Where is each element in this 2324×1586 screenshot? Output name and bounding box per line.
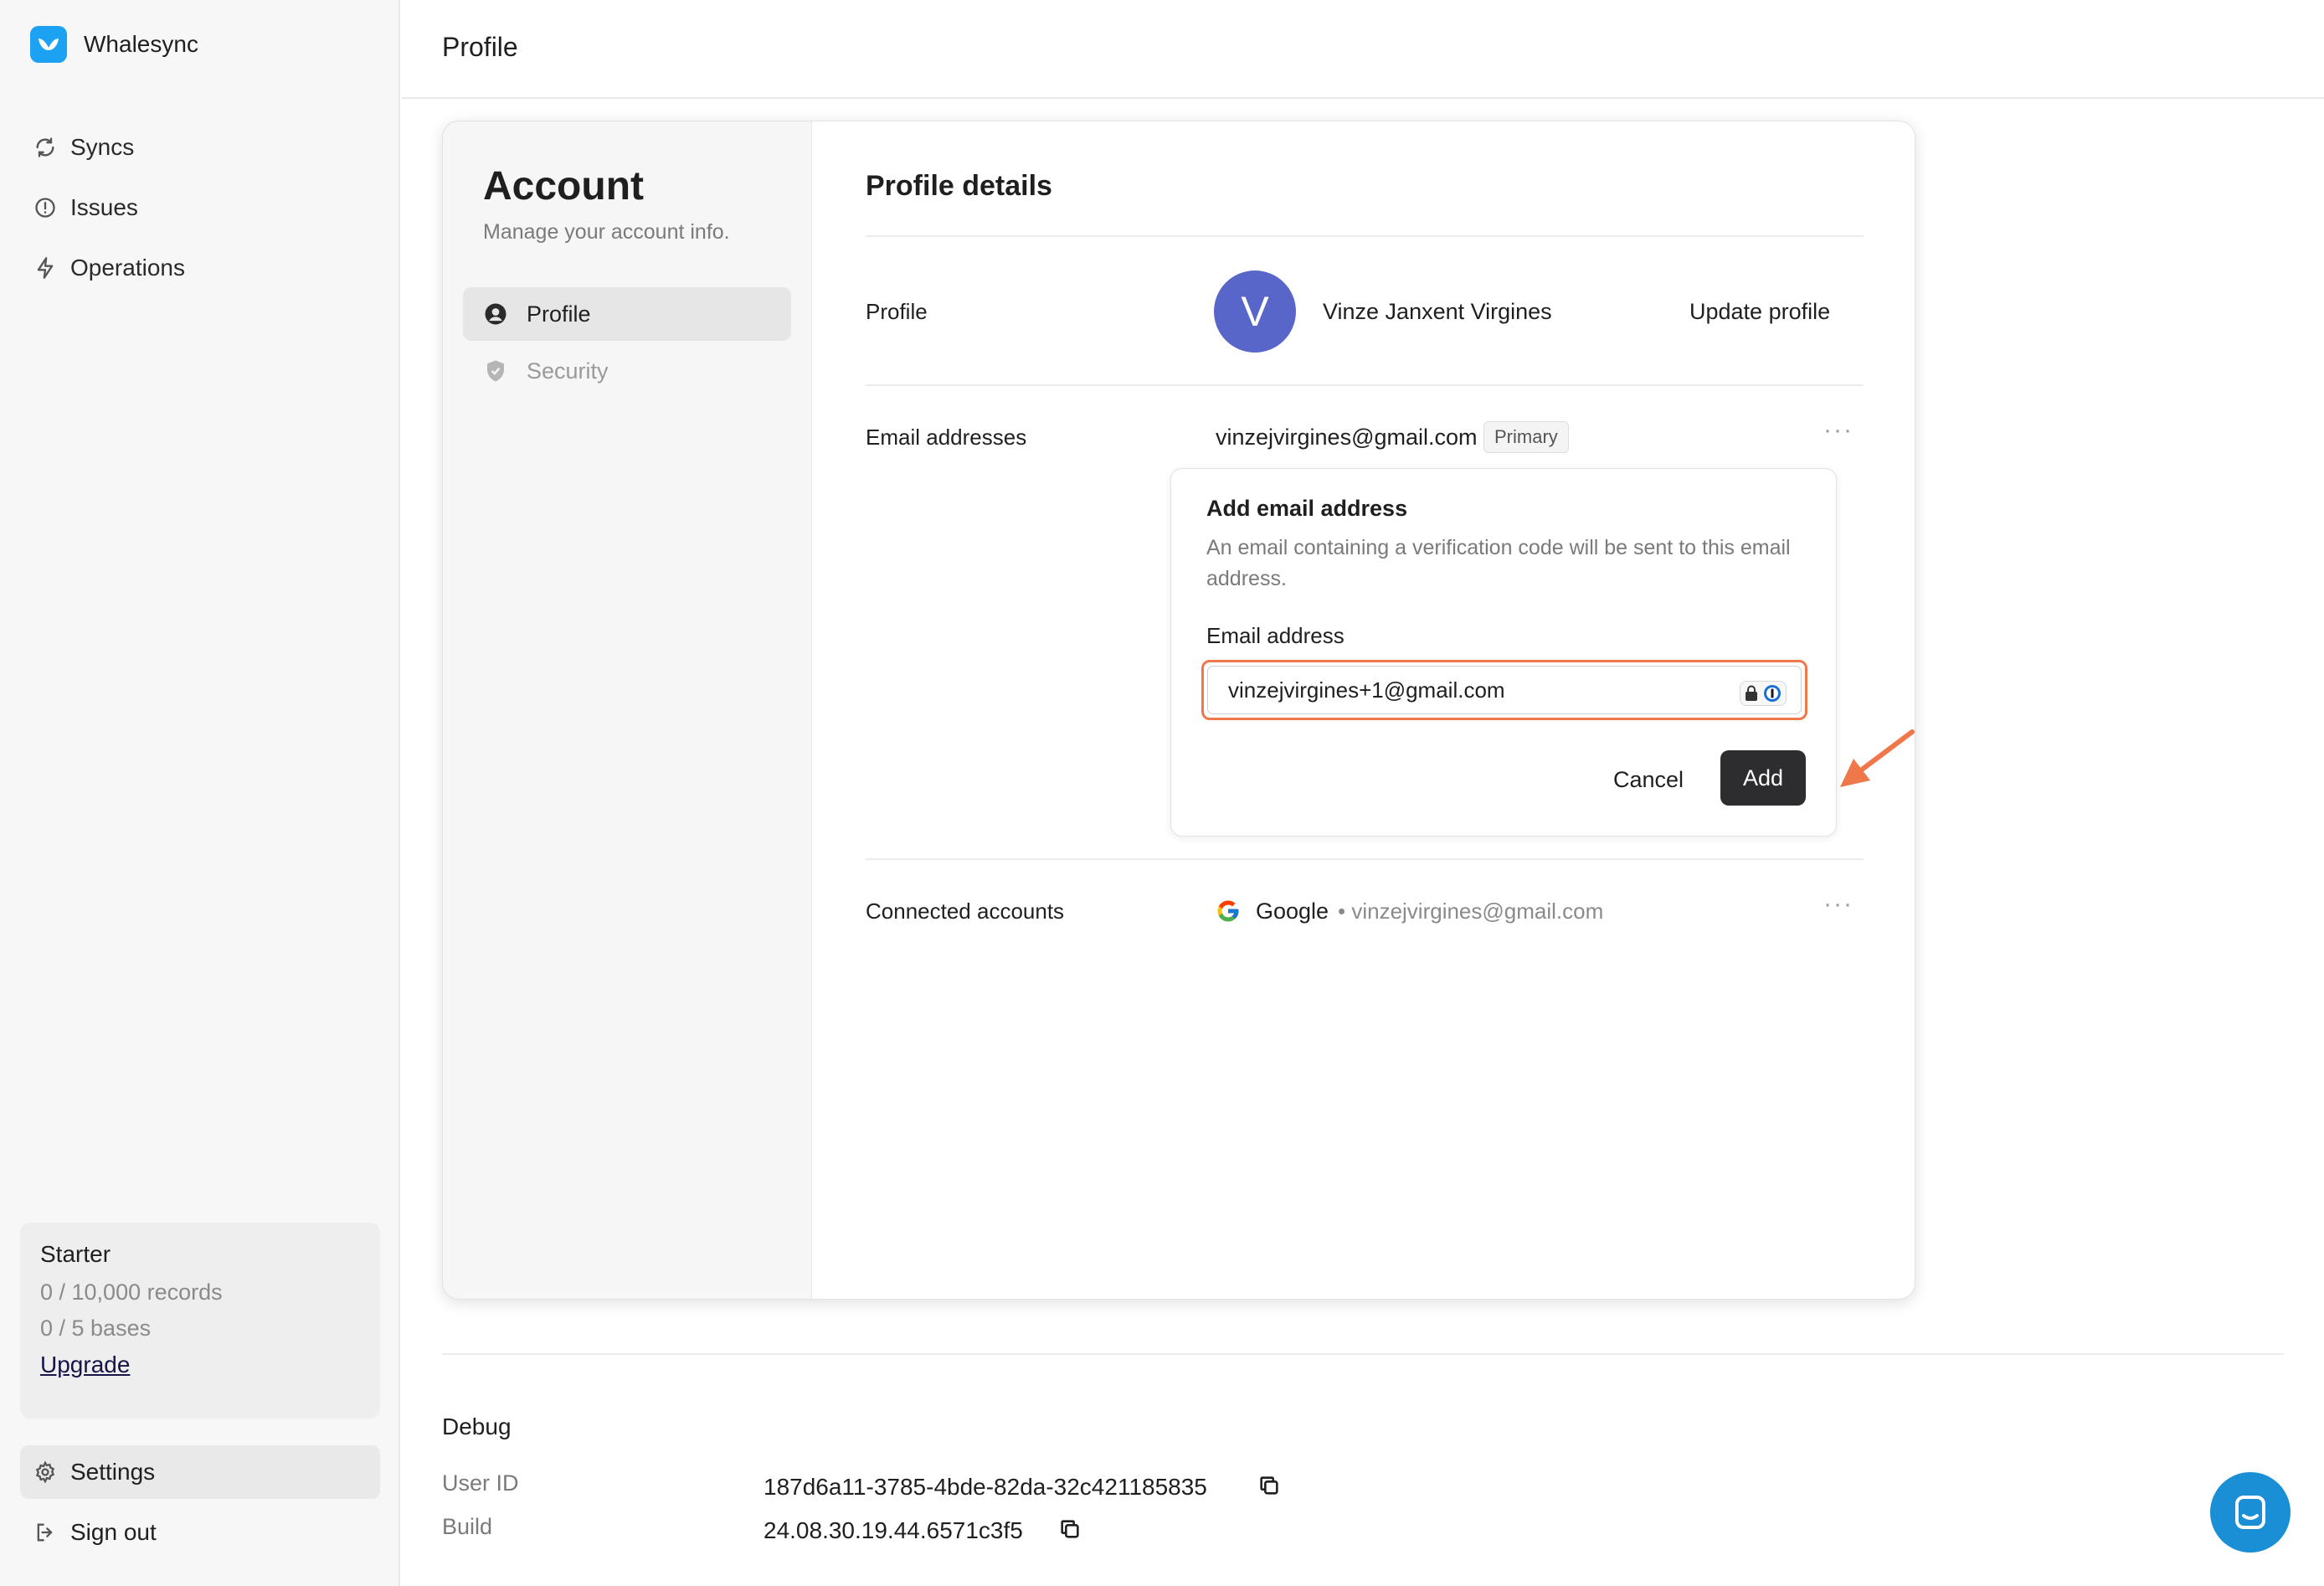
profile-details-title: Profile details xyxy=(866,170,1052,202)
tab-profile[interactable]: Profile xyxy=(463,287,791,341)
email-field-label: Email address xyxy=(1206,623,1345,648)
plan-records: 0 / 10,000 records xyxy=(40,1280,223,1305)
email-address-input[interactable] xyxy=(1207,666,1802,714)
signout-label: Sign out xyxy=(70,1519,157,1545)
chat-launcher-button[interactable] xyxy=(2210,1472,2291,1553)
sidebar-item-syncs[interactable]: Syncs xyxy=(33,117,185,178)
divider xyxy=(866,235,1864,237)
tab-label: Profile xyxy=(527,301,591,327)
annotation-arrow-icon xyxy=(1840,729,1915,787)
build-value: 24.08.30.19.44.6571c3f5 xyxy=(764,1517,1023,1543)
sidebar-item-label: Operations xyxy=(70,255,185,281)
build-label: Build xyxy=(442,1514,493,1539)
sidebar-item-signout[interactable]: Sign out xyxy=(20,1506,380,1559)
account-subtitle: Manage your account info. xyxy=(483,220,730,244)
sidebar: Whalesync Syncs Issues Operations Starte… xyxy=(0,0,400,1586)
user-circle-icon xyxy=(485,303,506,325)
chat-icon xyxy=(2235,1496,2265,1529)
add-email-description: An email containing a verification code … xyxy=(1206,536,1791,590)
settings-label: Settings xyxy=(70,1459,156,1485)
email-input-focus-ring xyxy=(1201,660,1807,720)
account-modal: Account Manage your account info. Profil… xyxy=(442,121,1915,1300)
google-account-email: • vinzejvirgines@gmail.com xyxy=(1338,899,1604,924)
update-profile-button[interactable]: Update profile xyxy=(1689,299,1830,325)
profile-details-panel: Profile details Profile V Vinze Janxent … xyxy=(811,121,1915,1299)
divider xyxy=(866,384,1864,386)
sign-out-icon xyxy=(37,1523,53,1542)
user-id-value: 187d6a11-3785-4bde-82da-32c421185835 xyxy=(764,1474,1207,1500)
tab-label: Security xyxy=(527,358,609,384)
primary-email: vinzejvirgines@gmail.com xyxy=(1216,425,1478,450)
brand[interactable]: Whalesync xyxy=(30,26,198,63)
copy-icon[interactable] xyxy=(1257,1474,1281,1497)
google-account-name: Google xyxy=(1256,899,1329,924)
email-row-label: Email addresses xyxy=(866,425,1027,450)
cancel-button[interactable]: Cancel xyxy=(1613,767,1684,793)
plan-bases: 0 / 5 bases xyxy=(40,1316,152,1341)
whalesync-logo-icon xyxy=(30,26,67,63)
primary-badge: Primary xyxy=(1483,421,1569,453)
gear-icon xyxy=(35,1460,55,1484)
sidebar-item-operations[interactable]: Operations xyxy=(33,238,185,298)
shield-icon xyxy=(487,360,504,382)
plan-card: Starter 0 / 10,000 records 0 / 5 bases U… xyxy=(20,1223,380,1419)
add-email-title: Add email address xyxy=(1206,496,1408,521)
plan-title: Starter xyxy=(40,1241,111,1267)
account-nav: Account Manage your account info. Profil… xyxy=(443,121,811,1299)
debug-divider xyxy=(442,1353,2284,1355)
user-id-label: User ID xyxy=(442,1470,519,1496)
sidebar-item-settings[interactable]: Settings xyxy=(20,1445,380,1499)
avatar: V xyxy=(1214,270,1296,353)
profile-row-label: Profile xyxy=(866,299,928,324)
email-more-button[interactable]: ··· xyxy=(1823,416,1854,445)
tab-security[interactable]: Security xyxy=(463,344,791,398)
brand-name: Whalesync xyxy=(84,31,198,57)
sidebar-item-label: Issues xyxy=(70,194,138,220)
page-title: Profile xyxy=(442,32,518,62)
upgrade-link[interactable]: Upgrade xyxy=(40,1352,360,1378)
onepassword-icon xyxy=(1764,685,1781,702)
sidebar-item-issues[interactable]: Issues xyxy=(33,178,185,238)
debug-title: Debug xyxy=(442,1413,512,1439)
copy-icon[interactable] xyxy=(1058,1517,1082,1541)
lock-icon xyxy=(1746,685,1757,701)
add-email-panel: Add email address An email containing a … xyxy=(1170,468,1837,837)
sidebar-nav: Syncs Issues Operations xyxy=(33,117,185,298)
account-title: Account xyxy=(483,164,644,209)
alert-circle-icon xyxy=(35,198,55,218)
divider xyxy=(866,858,1864,860)
password-manager-icon[interactable] xyxy=(1740,681,1787,706)
add-button[interactable]: Add xyxy=(1720,750,1806,806)
sidebar-item-label: Syncs xyxy=(70,134,135,160)
page-header: Profile xyxy=(402,0,2324,99)
profile-name: Vinze Janxent Virgines xyxy=(1323,299,1552,324)
lightning-icon xyxy=(37,257,54,279)
google-icon xyxy=(1217,900,1239,922)
connected-account-more-button[interactable]: ··· xyxy=(1823,890,1854,919)
refresh-icon xyxy=(36,137,54,157)
connected-accounts-label: Connected accounts xyxy=(866,899,1065,924)
